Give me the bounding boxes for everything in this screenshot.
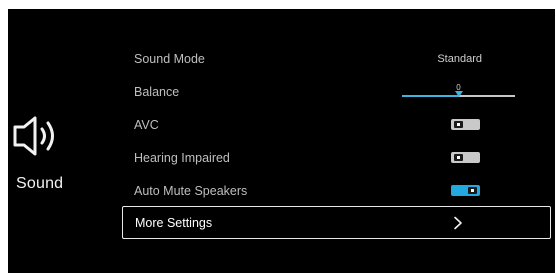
menu-item-label: Auto Mute Speakers (134, 184, 248, 198)
hearing-impaired-toggle[interactable] (451, 152, 480, 163)
menu-item-label: AVC (134, 118, 159, 132)
avc-toggle[interactable] (451, 119, 480, 130)
menu-item-more-settings[interactable]: More Settings (122, 206, 551, 239)
toggle-knob (454, 154, 463, 161)
balance-slider[interactable]: 0 (402, 83, 515, 99)
speaker-icon (13, 116, 54, 156)
menu-item-avc[interactable]: AVC (120, 109, 552, 142)
menu-item-sound-mode[interactable]: Sound Mode Standard (120, 43, 552, 76)
balance-track-left (402, 95, 459, 97)
chevron-right-icon (454, 216, 462, 230)
category-title: Sound (16, 175, 64, 192)
toggle-knob (468, 187, 477, 194)
menu-item-hearing-impaired[interactable]: Hearing Impaired (120, 142, 552, 175)
auto-mute-speakers-toggle[interactable] (451, 185, 480, 196)
tv-settings-screen: Sound Sound Mode Standard Balance 0 AVC … (8, 9, 555, 273)
screen-bezel-top (0, 0, 556, 9)
balance-track-right (459, 95, 515, 97)
category-panel: Sound (8, 9, 108, 273)
menu-item-balance[interactable]: Balance 0 (120, 76, 552, 109)
menu-item-auto-mute-speakers[interactable]: Auto Mute Speakers (120, 175, 552, 208)
balance-thumb[interactable] (455, 91, 463, 97)
menu-item-label: More Settings (135, 216, 213, 230)
sound-mode-value: Standard (437, 53, 482, 65)
menu-item-label: Hearing Impaired (134, 151, 230, 165)
screen-bezel-left (0, 0, 8, 273)
toggle-knob (454, 121, 463, 128)
menu-item-label: Balance (134, 85, 180, 99)
menu-item-label: Sound Mode (134, 52, 205, 66)
